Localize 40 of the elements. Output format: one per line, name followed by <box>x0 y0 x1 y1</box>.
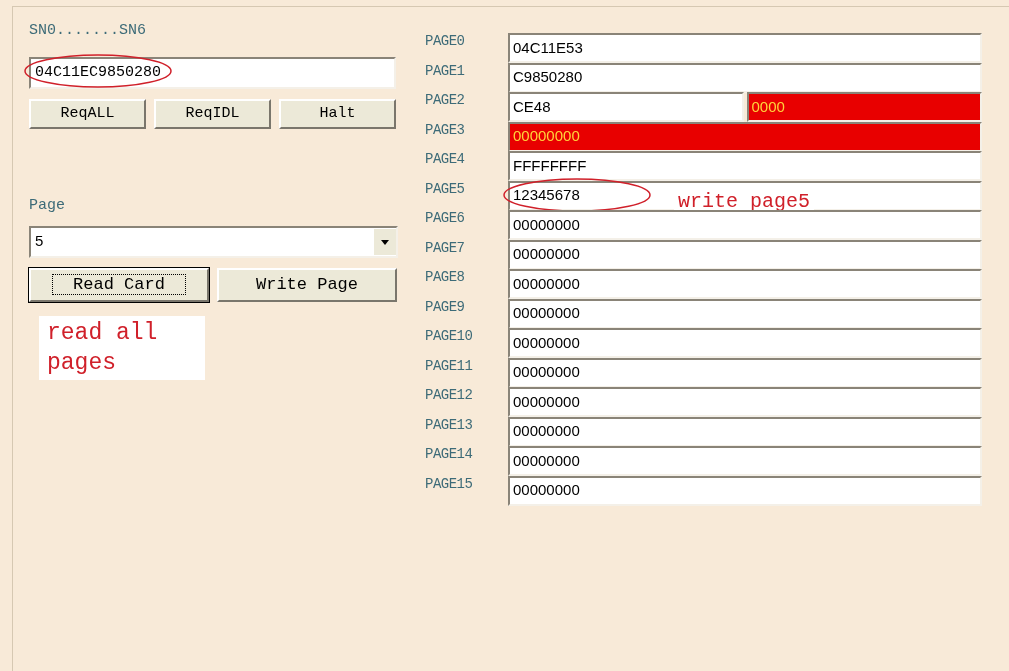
page-label: PAGE7 <box>425 238 466 258</box>
page-label: PAGE14 <box>425 445 474 464</box>
page-field[interactable]: C9850280 <box>508 62 982 93</box>
page-label: PAGE0 <box>425 32 466 51</box>
page-field[interactable]: FFFFFFFF <box>508 151 982 181</box>
page-field[interactable]: 00000000 <box>508 446 982 476</box>
page-label: PAGE13 <box>425 415 474 435</box>
page-label: PAGE4 <box>425 150 466 169</box>
page-label: PAGE8 <box>425 268 466 287</box>
annotation-note: read all pages <box>39 315 205 380</box>
page-label: PAGE6 <box>425 209 466 228</box>
page-field[interactable]: 00000000 <box>508 416 982 447</box>
page-label: PAGE5 <box>425 179 466 199</box>
page-field[interactable]: 00000000 <box>508 357 982 388</box>
page-field[interactable]: 00000000 <box>508 387 982 417</box>
action-button[interactable]: Write Page <box>217 267 397 302</box>
action-button[interactable]: Read Card <box>29 267 209 302</box>
page-field[interactable]: CE48 <box>508 92 744 122</box>
page-field[interactable]: 00000000 <box>508 475 982 506</box>
page-field[interactable]: 00000000 <box>508 239 982 270</box>
page-label: PAGE2 <box>425 91 466 110</box>
request-button[interactable]: ReqIDL <box>154 99 271 129</box>
page-field[interactable]: 00000000 <box>508 328 982 358</box>
serial-label: SN0.......SN6 <box>29 21 148 41</box>
request-button[interactable]: Halt <box>279 99 396 129</box>
request-button[interactable]: ReqALL <box>29 99 146 129</box>
page-label: PAGE10 <box>425 327 474 346</box>
page-label: PAGE12 <box>425 386 474 405</box>
page-field[interactable]: 00000000 <box>508 298 982 329</box>
page-label: PAGE11 <box>425 356 474 376</box>
page-dropdown[interactable]: 5 <box>29 225 398 258</box>
page-field[interactable]: 00000000 <box>508 269 982 299</box>
page-label: PAGE1 <box>425 61 466 81</box>
page-field[interactable]: 00000000 <box>508 210 982 240</box>
page-label: PAGE15 <box>425 474 474 494</box>
serial-field[interactable]: 04C11EC9850280 <box>29 57 396 89</box>
page-label: Page <box>29 196 66 216</box>
page-field[interactable]: 04C11E53 <box>508 33 982 63</box>
page-label: PAGE9 <box>425 297 466 317</box>
page-label: PAGE3 <box>425 120 466 140</box>
